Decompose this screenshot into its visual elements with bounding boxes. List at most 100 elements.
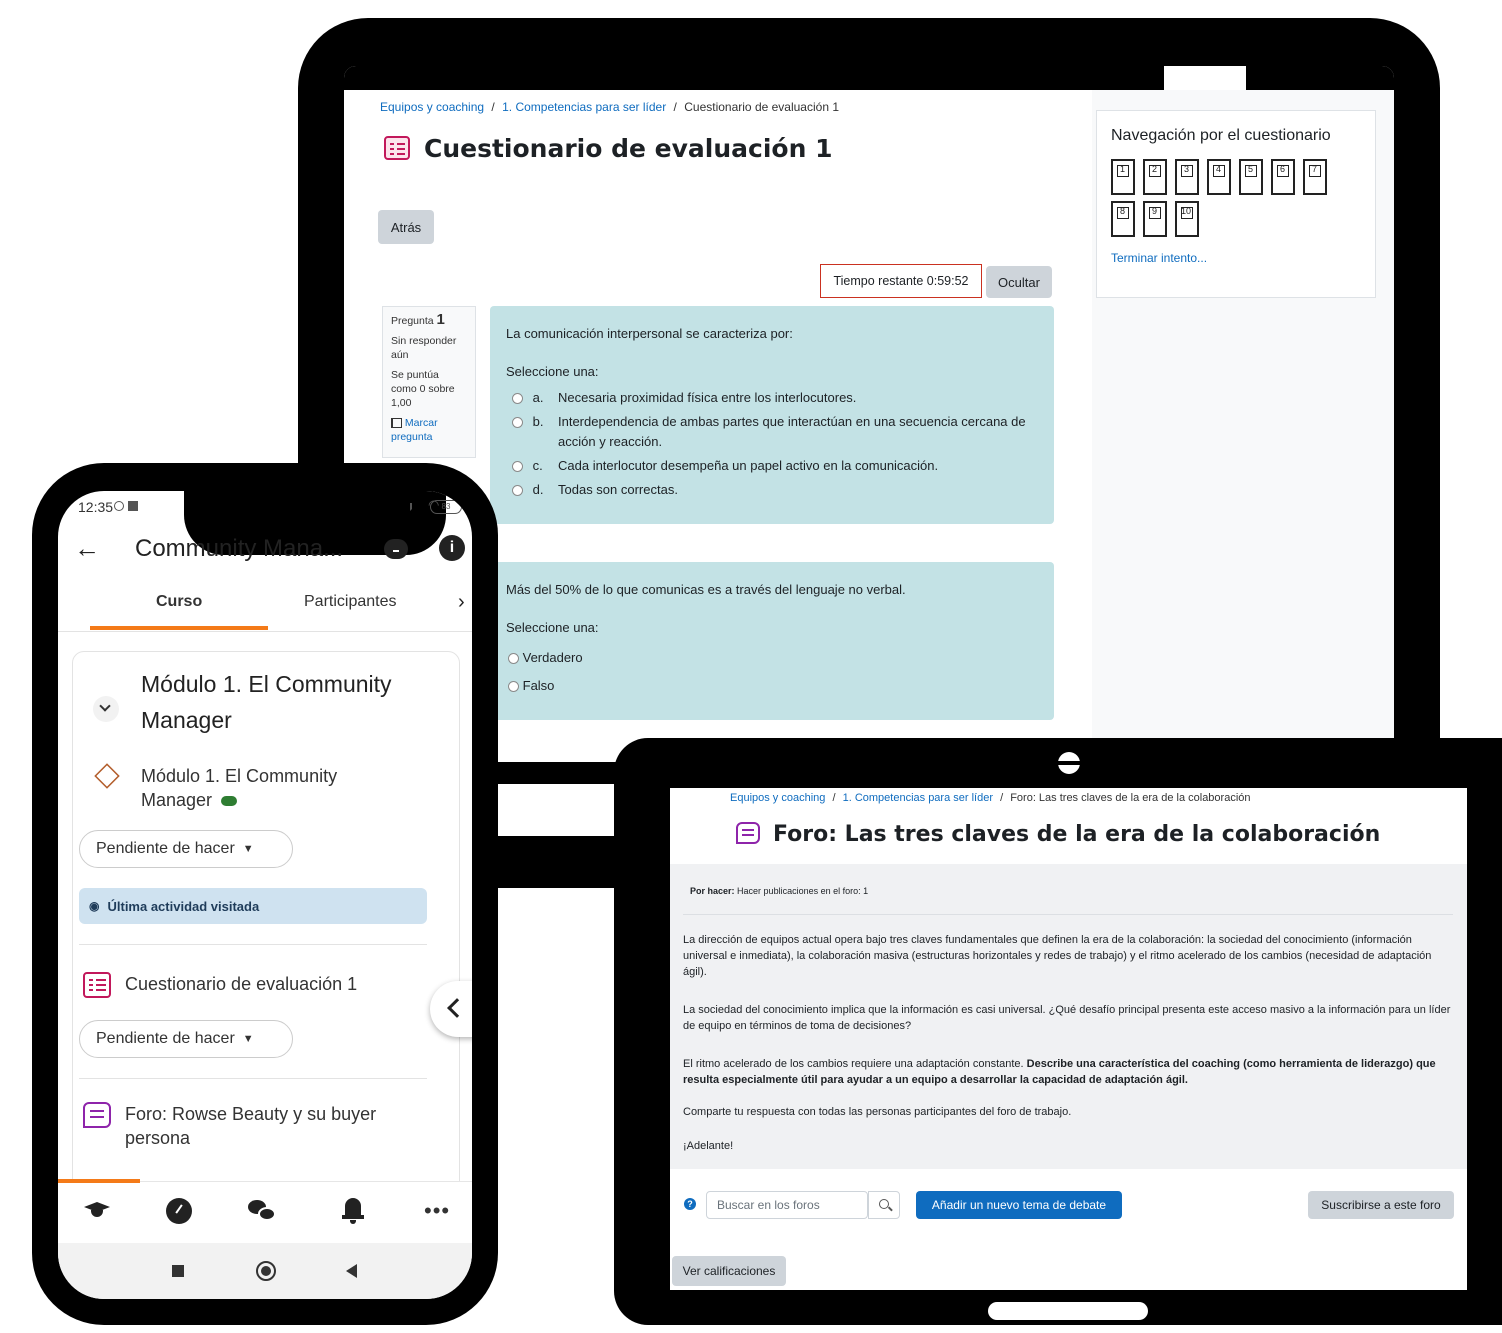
option-letter: b. [532,414,544,429]
screen-top-bar [344,66,1394,90]
option-a[interactable]: a. Necesaria proximidad física entre los… [512,390,856,405]
bottom-navigation: ••• [58,1179,472,1243]
add-topic-button[interactable]: Añadir un nuevo tema de debate [916,1191,1122,1219]
radio-button[interactable] [512,485,523,497]
course-title: Community Mana... [135,535,344,562]
top-bar-gap [1164,66,1246,90]
radio-button[interactable] [512,393,523,405]
option-true[interactable]: Verdadero [508,650,583,665]
cloud-download-icon[interactable] [384,539,408,559]
todo-text: Hacer publicaciones en el foro: 1 [737,886,869,896]
completion-label: Pendiente de hacer [96,1030,235,1047]
chevron-down-icon[interactable] [93,696,119,722]
home-indicator[interactable] [988,1302,1148,1320]
completion-dropdown[interactable]: Pendiente de hacer ▼ [79,1020,293,1058]
recent-apps-icon[interactable] [172,1265,184,1277]
paragraph-3-normal: El ritmo acelerado de los cambios requie… [683,1058,1024,1070]
module-resource[interactable]: Módulo 1. El Community Manager [141,764,381,812]
module-resource-label: Módulo 1. El Community Manager [141,766,338,810]
active-tab-indicator [90,626,268,630]
nav-question-8[interactable]: 8 [1111,201,1135,237]
dashboard-icon[interactable] [166,1198,192,1224]
forum-paragraph-1: La dirección de equipos actual opera baj… [683,934,1432,978]
option-c[interactable]: c. Cada interlocutor desempeña un papel … [512,458,938,473]
question-info: Pregunta 1 Sin responder aún Se puntúa c… [382,306,476,458]
divider [79,944,427,945]
nav-question-3[interactable]: 3 [1175,159,1199,195]
nav-question-10[interactable]: 10 [1175,201,1199,237]
forum-paragraph-4: Comparte tu respuesta con todas las pers… [683,1106,1072,1118]
option-text-continued: acción y reacción. [558,434,663,449]
hide-timer-button[interactable]: Ocultar [986,266,1052,298]
monitor-stand-bottom [498,856,618,878]
option-d[interactable]: d. Todas son correctas. [512,482,678,497]
signal-icon [410,503,422,511]
option-text: Necesaria proximidad física entre los in… [558,390,857,405]
option-letter: a. [532,390,544,405]
back-arrow-icon[interactable]: ← [74,533,100,564]
flag-icon [391,418,402,429]
breadcrumb-course[interactable]: Equipos y coaching [380,100,484,114]
bell-icon[interactable] [342,1196,364,1226]
radio-button[interactable] [512,417,523,429]
tab-participants[interactable]: Participantes [304,593,397,611]
tab-divider [58,631,472,632]
forum-paragraph-2: La sociedad del conocimiento implica que… [683,1004,1451,1032]
nav-number: 1 [1120,164,1126,174]
view-grades-button[interactable]: Ver calificaciones [672,1256,786,1286]
messages-icon[interactable] [248,1200,278,1222]
back-button[interactable]: Atrás [378,210,434,244]
nav-question-4[interactable]: 4 [1207,159,1231,195]
nav-question-6[interactable]: 6 [1271,159,1295,195]
question-number: 1 [436,311,445,328]
option-b[interactable]: b. Interdependencia de ambas partes que … [512,414,1026,449]
nav-number: 2 [1152,164,1158,174]
help-icon[interactable]: ? [684,1198,696,1210]
finish-attempt-link[interactable]: Terminar intento... [1111,251,1207,265]
nav-number: 6 [1280,164,1286,174]
breadcrumb-separator: / [832,792,836,804]
info-icon[interactable]: i [439,535,465,561]
radio-button[interactable] [508,653,519,665]
radio-button[interactable] [508,681,519,693]
chevron-right-icon[interactable]: › [458,591,465,614]
forum-paragraph-5: ¡Adelante! [683,1140,734,1152]
quiz-activity[interactable]: Cuestionario de evaluación 1 [125,974,357,995]
nav-question-5[interactable]: 5 [1239,159,1263,195]
breadcrumb: Equipos y coaching / 1. Competencias par… [380,100,839,114]
breadcrumb-section[interactable]: 1. Competencias para ser líder [843,792,993,804]
back-nav-icon[interactable] [346,1264,357,1278]
quiz-navigation-title: Navegación por el cuestionario [1111,127,1331,144]
option-false[interactable]: Falso [508,678,554,693]
nav-question-2[interactable]: 2 [1143,159,1167,195]
search-button[interactable] [868,1191,900,1219]
breadcrumb-separator: / [673,100,677,114]
flag-question-link[interactable]: Marcar pregunta [391,416,467,444]
tab-course[interactable]: Curso [156,593,202,611]
completion-dropdown[interactable]: Pendiente de hacer ▼ [79,830,293,868]
quiz-icon [384,136,410,160]
home-icon[interactable] [256,1261,276,1281]
alarm-icon [114,501,124,511]
nav-number: 7 [1312,164,1318,174]
nav-number: 9 [1152,206,1158,216]
breadcrumb-section[interactable]: 1. Competencias para ser líder [502,100,666,114]
option-letter: d. [532,482,544,497]
graduation-cap-icon[interactable] [84,1200,110,1218]
nav-number: 10 [1181,206,1192,216]
radio-button[interactable] [512,461,523,473]
nav-question-1[interactable]: 1 [1111,159,1135,195]
module-header[interactable]: Módulo 1. El Community Manager [141,666,441,738]
divider [683,914,1453,915]
tablet-screen: Equipos y coaching / 1. Competencias par… [670,788,1467,1290]
phone-device: 12:35 ◠ 83 ← Community Mana... i Curso P… [32,463,498,1325]
breadcrumb-course[interactable]: Equipos y coaching [730,792,825,804]
subscribe-button[interactable]: Suscribirse a este foro [1308,1191,1454,1219]
forum-paragraph-3: El ritmo acelerado de los cambios requie… [683,1056,1453,1088]
nav-question-7[interactable]: 7 [1303,159,1327,195]
cloud-sync-icon [221,796,238,807]
forum-activity[interactable]: Foro: Rowse Beauty y su buyer persona [125,1102,405,1150]
more-icon[interactable]: ••• [424,1198,450,1224]
forum-search-input[interactable]: Buscar en los foros [706,1191,868,1219]
nav-question-9[interactable]: 9 [1143,201,1167,237]
